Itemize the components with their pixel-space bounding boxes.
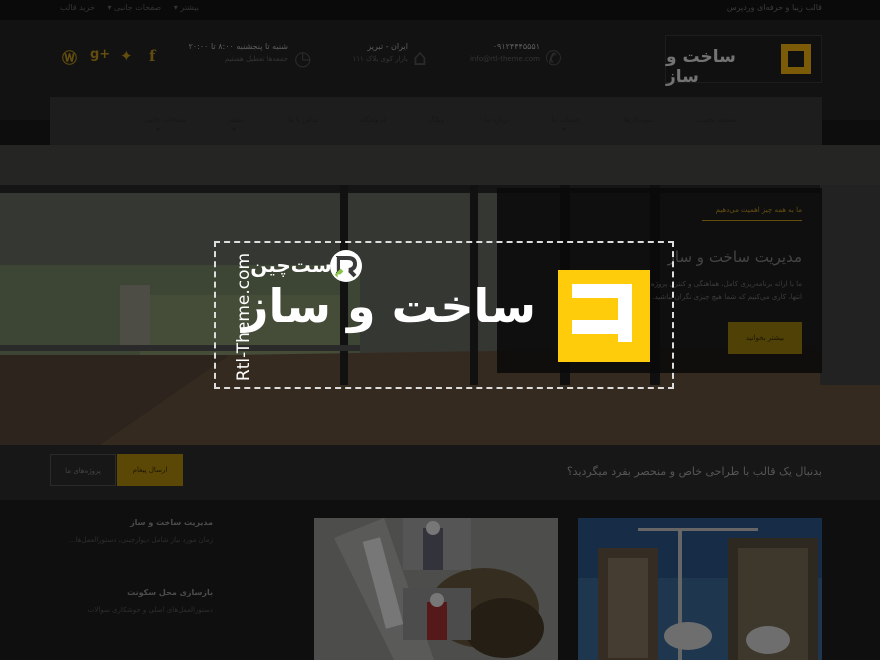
watermark-brand: راست‌چین <box>250 253 350 277</box>
watermark-url: Rtl-Theme.com <box>234 252 255 382</box>
watermark: ساخت و ساز راست‌چین Rtl-Theme.com <box>214 241 674 389</box>
brand-logo-icon <box>558 270 650 362</box>
watermark-title: ساخت و ساز <box>242 279 536 333</box>
